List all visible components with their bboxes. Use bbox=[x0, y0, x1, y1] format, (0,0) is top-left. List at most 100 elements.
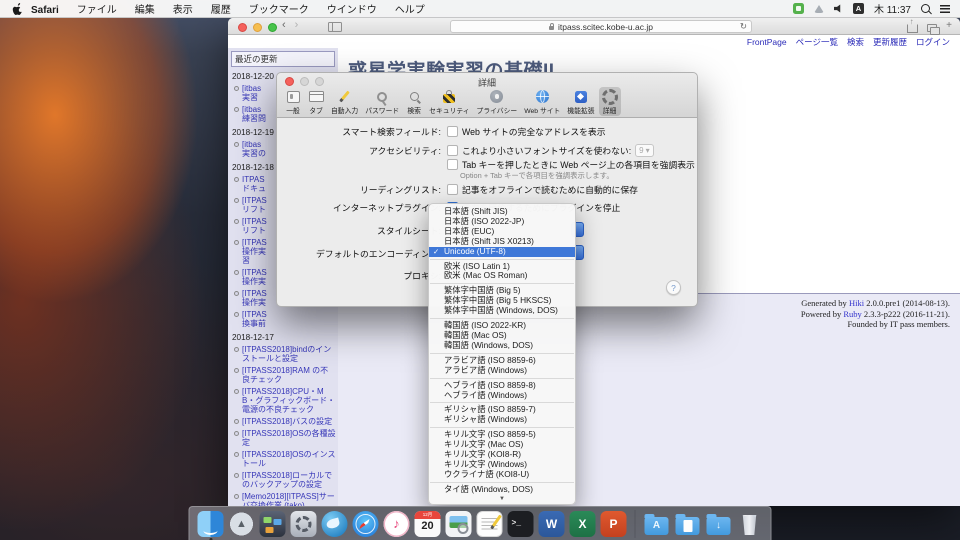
encoding-menu-item[interactable]: ✓Unicode (UTF-8) bbox=[429, 247, 575, 257]
font-size-select[interactable]: 9 ▾ bbox=[635, 144, 653, 157]
dock-excel-icon[interactable]: X bbox=[570, 511, 596, 537]
wiki-nav-link[interactable]: 検索 bbox=[847, 36, 864, 48]
dock-system-preferences-icon[interactable] bbox=[291, 511, 317, 537]
min-font-size-checkbox[interactable] bbox=[447, 145, 458, 156]
dock-launchpad-icon[interactable]: ▲ bbox=[229, 511, 255, 537]
encoding-label: デフォルトのエンコーディング: bbox=[289, 247, 441, 260]
encoding-menu-item[interactable]: アラビア語 (Windows) bbox=[429, 366, 575, 376]
encoding-menu-item[interactable]: タイ語 (Windows, DOS) bbox=[429, 485, 575, 495]
sidebar-item-link[interactable]: [ITPAS 換事前 bbox=[242, 310, 336, 328]
menu-5[interactable]: ブックマーク bbox=[240, 5, 318, 16]
input-source-icon[interactable]: A bbox=[853, 3, 864, 14]
prefs-tab-general[interactable]: 一般 bbox=[282, 87, 304, 116]
sidebar-item-link[interactable]: [ITPASS2018]RAM の不良チェック bbox=[242, 366, 336, 384]
dock-terminal-icon[interactable]: >_ bbox=[508, 511, 534, 537]
wiki-nav-link[interactable]: ログイン bbox=[916, 36, 950, 48]
address-bar[interactable]: itpass.scitec.kobe-u.ac.jp ↻ bbox=[450, 20, 752, 33]
sidebar-item-link[interactable]: [ITPASS2018]CPU・MB・グラフィックボード・電源の不良チェック bbox=[242, 387, 336, 414]
reading-list-checkbox[interactable] bbox=[447, 184, 458, 195]
status-app-icon[interactable] bbox=[793, 3, 804, 14]
encoding-menu-item[interactable]: 欧米 (Mac OS Roman) bbox=[429, 271, 575, 281]
wifi-icon[interactable] bbox=[814, 5, 824, 13]
reload-button[interactable]: ↻ bbox=[740, 21, 747, 32]
wiki-nav-link[interactable]: 更新履歴 bbox=[873, 36, 907, 48]
menu-6[interactable]: ウインドウ bbox=[318, 5, 386, 16]
sidebar-item-link[interactable]: [ITPASS2018]バスの設定 bbox=[242, 417, 336, 426]
share-arrow-icon: ↑ bbox=[910, 18, 914, 26]
dock-preview-icon[interactable] bbox=[446, 511, 472, 537]
dock-folder-downloads-icon[interactable]: ↓ bbox=[706, 511, 732, 537]
prefs-tab-autofill[interactable]: 自動入力 bbox=[328, 87, 361, 116]
dock-itunes-icon[interactable]: ♪ bbox=[384, 511, 410, 537]
general-icon-shape bbox=[287, 91, 300, 103]
dock-folder-documents-icon[interactable] bbox=[675, 511, 701, 537]
prefs-tab-search[interactable]: 検索 bbox=[403, 87, 425, 116]
dock-word-icon[interactable]: W bbox=[539, 511, 565, 537]
dock-powerpoint-icon[interactable]: P bbox=[601, 511, 627, 537]
help-button[interactable]: ? bbox=[666, 280, 681, 295]
prefs-tab-extensions[interactable]: 機能拡張 bbox=[564, 87, 597, 116]
spotlight-icon[interactable] bbox=[921, 4, 930, 13]
dock-folder-applications-icon[interactable]: A bbox=[644, 511, 670, 537]
prefs-tab-tabs[interactable]: タブ bbox=[305, 87, 327, 116]
sidebar-item-link[interactable]: [ITPASS2018]OSの各種設定 bbox=[242, 429, 336, 447]
tab-highlight-checkbox[interactable] bbox=[447, 159, 458, 170]
prefs-tab-privacy[interactable]: プライバシー bbox=[474, 87, 521, 116]
dock-safari-icon[interactable] bbox=[353, 511, 379, 537]
prefs-tab-passwords[interactable]: パスワード bbox=[362, 87, 402, 116]
menu-app[interactable]: Safari bbox=[31, 5, 68, 16]
encoding-menu-item-label: 韓国語 (Windows, DOS) bbox=[444, 340, 533, 350]
menu-7[interactable]: ヘルプ bbox=[386, 5, 434, 16]
sidebar-item-link[interactable]: [Memo2018][ITPASS]サーバ交換作業 (tako) bbox=[242, 492, 336, 506]
menu-1[interactable]: ファイル bbox=[68, 5, 126, 16]
security-icon-shape bbox=[443, 94, 455, 103]
footer-link[interactable]: Ruby bbox=[843, 309, 861, 319]
footer-text: Generated by bbox=[801, 298, 849, 308]
dock-finder-icon[interactable] bbox=[198, 511, 224, 537]
encoding-menu-item[interactable]: ギリシャ語 (Windows) bbox=[429, 415, 575, 425]
dock-trash-icon[interactable] bbox=[737, 511, 763, 537]
minimize-button[interactable] bbox=[253, 23, 262, 32]
encoding-menu-item-label: アラビア語 (ISO 8859-6) bbox=[444, 355, 536, 365]
wiki-nav-link[interactable]: FrontPage bbox=[747, 37, 787, 47]
new-tab-button[interactable]: + bbox=[946, 19, 952, 33]
share-button[interactable]: ↑ bbox=[907, 24, 918, 33]
sidebar-item-link[interactable]: [ITPASS2018]ローカルでのバックアップの設定 bbox=[242, 471, 336, 489]
autofill-icon bbox=[337, 89, 353, 104]
menu-bar-clock[interactable]: 木 11:37 bbox=[874, 1, 911, 16]
smart-search-checkbox[interactable] bbox=[447, 126, 458, 137]
encoding-menu-item-label: Unicode (UTF-8) bbox=[444, 246, 506, 256]
dock-mission-control-icon[interactable] bbox=[260, 511, 286, 537]
apple-menu-icon[interactable] bbox=[12, 2, 23, 15]
sidebar-toggle-button[interactable] bbox=[328, 22, 342, 32]
back-button[interactable]: ‹ bbox=[282, 18, 286, 33]
footer-link[interactable]: Hiki bbox=[849, 298, 864, 308]
close-button[interactable] bbox=[238, 23, 247, 32]
zoom-button[interactable] bbox=[268, 23, 277, 32]
encoding-menu-item-label: タイ語 (Windows, DOS) bbox=[444, 484, 533, 494]
menu-4[interactable]: 履歴 bbox=[202, 5, 240, 16]
prefs-tab-advanced[interactable]: 詳細 bbox=[599, 87, 621, 116]
encoding-menu-item[interactable]: 繁体字中国語 (Windows, DOS) bbox=[429, 306, 575, 316]
encoding-menu-item[interactable]: 韓国語 (Windows, DOS) bbox=[429, 341, 575, 351]
sidebar-item-link[interactable]: [ITPASS2018]bindのインストールと設定 bbox=[242, 345, 336, 363]
encoding-menu-item-label: 日本語 (Shift JIS X0213) bbox=[444, 236, 534, 246]
encoding-menu-item[interactable]: ウクライナ語 (KOI8-U) bbox=[429, 470, 575, 480]
prefs-tab-label: 自動入力 bbox=[331, 105, 358, 115]
encoding-menu-item[interactable]: ヘブライ語 (Windows) bbox=[429, 391, 575, 401]
menu-2[interactable]: 編集 bbox=[126, 5, 164, 16]
dock-calendar-icon[interactable]: 12月20 bbox=[415, 511, 441, 537]
dock-thunderbird-icon[interactable] bbox=[322, 511, 348, 537]
notification-center-icon[interactable] bbox=[940, 5, 950, 13]
menu-scroll-down-icon[interactable]: ▼ bbox=[429, 495, 575, 504]
dock-textedit-icon[interactable] bbox=[477, 511, 503, 537]
sidebar-item-link[interactable]: [ITPASS2018]OSのインストール bbox=[242, 450, 336, 468]
smart-search-label: スマート検索フィールド: bbox=[289, 125, 441, 138]
volume-icon[interactable] bbox=[834, 4, 843, 13]
prefs-tab-security[interactable]: セキュリティ bbox=[426, 87, 472, 116]
forward-button[interactable]: › bbox=[295, 18, 299, 33]
menu-3[interactable]: 表示 bbox=[164, 5, 202, 16]
prefs-tab-websites[interactable]: Web サイト bbox=[521, 87, 563, 116]
tab-overview-button[interactable] bbox=[927, 24, 937, 32]
wiki-nav-link[interactable]: ページ一覧 bbox=[796, 36, 838, 48]
